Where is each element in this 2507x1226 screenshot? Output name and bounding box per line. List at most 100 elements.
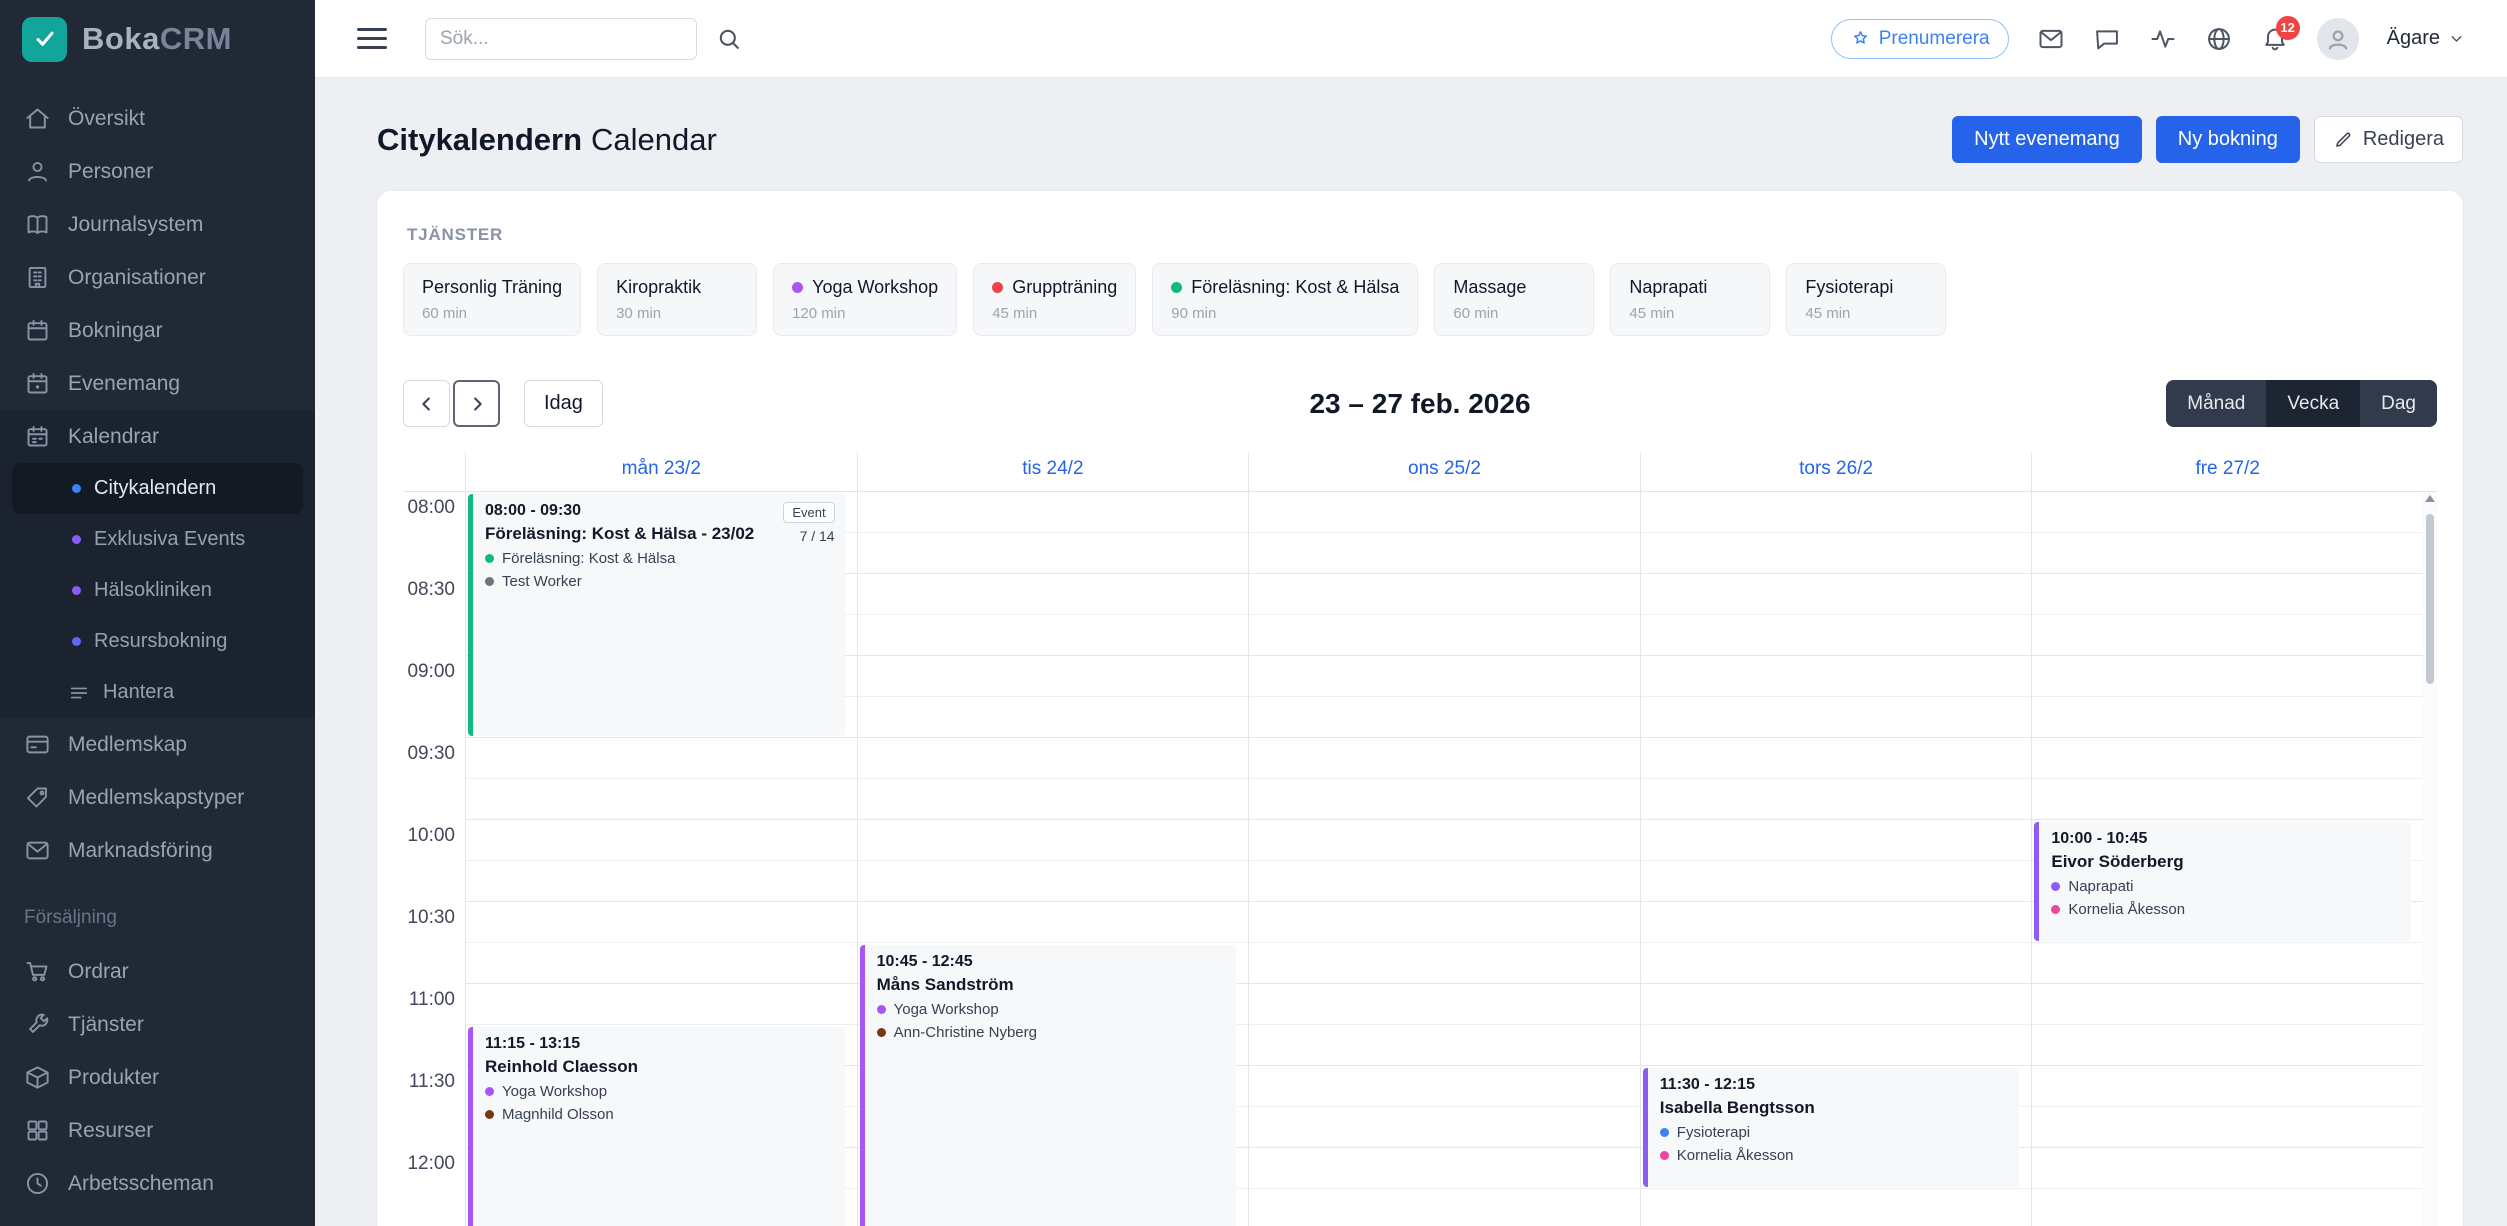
day-header-mon: mån 23/2 (465, 453, 857, 491)
sidebar-item-citykalendern[interactable]: Citykalendern (12, 463, 303, 514)
event-dot-icon (485, 554, 494, 563)
service-chip-yoga-workshop[interactable]: Yoga Workshop 120 min (773, 263, 957, 336)
scroll-up-icon[interactable] (2425, 495, 2435, 502)
day-column-wed[interactable] (1248, 492, 1640, 1226)
grid-icon (24, 1117, 51, 1144)
app: BokaCRM Översikt Personer Journalsystem … (0, 0, 2507, 1226)
calendar-event[interactable]: 10:00 - 10:45 Eivor Söderberg Naprapati … (2034, 822, 2411, 941)
service-chip-naprapati[interactable]: Naprapati 45 min (1610, 263, 1770, 336)
calendar-event[interactable]: 11:30 - 12:15 Isabella Bengtsson Fysiote… (1643, 1068, 2020, 1187)
calendar-event[interactable]: 10:45 - 12:45 Måns Sandström Yoga Worksh… (860, 945, 1237, 1226)
sidebar-item-hantera[interactable]: Hantera (0, 667, 315, 718)
event-dot-icon (1660, 1151, 1669, 1160)
sidebar: BokaCRM Översikt Personer Journalsystem … (0, 0, 315, 1226)
sidebar-item-exklusiva-events[interactable]: Exklusiva Events (0, 514, 315, 565)
day-column-tue[interactable]: 10:45 - 12:45 Måns Sandström Yoga Worksh… (857, 492, 1249, 1226)
scrollbar-thumb[interactable] (2426, 514, 2434, 684)
sidebar-item-personer[interactable]: Personer (0, 145, 315, 198)
exklusiva-events-dot-icon (72, 535, 81, 544)
list-icon (68, 682, 90, 704)
service-chip-personlig-traning[interactable]: Personlig Träning 60 min (403, 263, 581, 336)
prev-week-button[interactable] (403, 380, 450, 427)
chevron-left-icon (416, 393, 438, 415)
sidebar-item-marknadsforing[interactable]: Marknadsföring (0, 824, 315, 877)
today-button[interactable]: Idag (524, 380, 603, 427)
content: CitykalendernCalendar Nytt evenemang Ny … (315, 78, 2507, 1226)
globe-icon[interactable] (2205, 25, 2233, 53)
view-month-button[interactable]: Månad (2166, 380, 2266, 427)
sidebar-item-ordrar[interactable]: Ordrar (0, 945, 315, 998)
edit-button[interactable]: Redigera (2314, 116, 2463, 163)
view-switcher: Månad Vecka Dag (2166, 380, 2437, 427)
membership-card-icon (24, 731, 51, 758)
service-chip-gruppträning[interactable]: Gruppträning 45 min (973, 263, 1136, 336)
time-label: 10:00 (407, 825, 455, 847)
time-label: 12:00 (407, 1153, 455, 1175)
sidebar-item-journalsystem[interactable]: Journalsystem (0, 198, 315, 251)
bell-icon[interactable]: 12 (2261, 25, 2289, 53)
service-chip-kiropraktik[interactable]: Kiropraktik 30 min (597, 263, 757, 336)
day-header-tue: tis 24/2 (857, 453, 1249, 491)
new-booking-button[interactable]: Ny bokning (2156, 116, 2300, 163)
day-column-fri[interactable]: 10:00 - 10:45 Eivor Söderberg Naprapati … (2031, 492, 2423, 1226)
sidebar-item-tjanster[interactable]: Tjänster (0, 998, 315, 1051)
next-week-button[interactable] (453, 380, 500, 427)
main-column: Prenumerera 12 Ägare Ci (315, 0, 2507, 1226)
sidebar-item-produkter[interactable]: Produkter (0, 1051, 315, 1104)
sidebar-item-bokningar[interactable]: Bokningar (0, 304, 315, 357)
time-label: 08:00 (407, 497, 455, 519)
calendar-icon (24, 317, 51, 344)
brand-logo[interactable]: BokaCRM (0, 0, 315, 78)
notification-badge: 12 (2276, 16, 2300, 40)
event-dot-icon (485, 577, 494, 586)
calendar-event[interactable]: 08:00 - 09:30 Föreläsning: Kost & Hälsa … (468, 494, 845, 736)
mail-icon[interactable] (2037, 25, 2065, 53)
sidebar-group-kalendrar: Kalendrar Citykalendern Exklusiva Events… (0, 410, 315, 718)
brand-check-icon (22, 17, 67, 62)
star-icon (1850, 28, 1871, 49)
hamburger-menu-icon[interactable] (357, 28, 387, 49)
sidebar-item-resurser[interactable]: Resurser (0, 1104, 315, 1157)
sidebar-item-kalendrar[interactable]: Kalendrar (0, 410, 315, 463)
page-title: CitykalendernCalendar (377, 122, 717, 158)
search-input[interactable] (425, 18, 697, 60)
service-chip-forelasning[interactable]: Föreläsning: Kost & Hälsa 90 min (1152, 263, 1418, 336)
service-chip-massage[interactable]: Massage 60 min (1434, 263, 1594, 336)
time-label: 09:00 (407, 661, 455, 683)
view-day-button[interactable]: Dag (2360, 380, 2437, 427)
sidebar-item-oversikt[interactable]: Översikt (0, 92, 315, 145)
services-label: TJÄNSTER (407, 225, 2437, 245)
activity-icon[interactable] (2149, 25, 2177, 53)
event-dot-icon (877, 1028, 886, 1037)
time-gutter: 08:00 08:30 09:00 09:30 10:00 10:30 11:0… (403, 492, 465, 1226)
chevron-right-icon (466, 393, 488, 415)
sidebar-item-medlemskap[interactable]: Medlemskap (0, 718, 315, 771)
user-menu[interactable]: Ägare (2387, 27, 2465, 50)
sidebar-item-evenemang[interactable]: Evenemang (0, 357, 315, 410)
day-column-thu[interactable]: 11:30 - 12:15 Isabella Bengtsson Fysiote… (1640, 492, 2032, 1226)
subscribe-button[interactable]: Prenumerera (1831, 19, 2009, 59)
sidebar-item-resursbokning[interactable]: Resursbokning (0, 616, 315, 667)
calendar-event[interactable]: 11:15 - 13:15 Reinhold Claesson Yoga Wor… (468, 1027, 845, 1226)
topbar-actions: Prenumerera 12 Ägare (1831, 18, 2465, 60)
chat-icon[interactable] (2093, 25, 2121, 53)
service-chip-fysioterapi[interactable]: Fysioterapi 45 min (1786, 263, 1946, 336)
avatar[interactable] (2317, 18, 2359, 60)
day-column-mon[interactable]: 08:00 - 09:30 Föreläsning: Kost & Hälsa … (465, 492, 857, 1226)
calendar-card: TJÄNSTER Personlig Träning 60 min Kiropr… (377, 191, 2463, 1226)
sidebar-item-organisationer[interactable]: Organisationer (0, 251, 315, 304)
sidebar-nav: Översikt Personer Journalsystem Organisa… (0, 78, 315, 1210)
sidebar-item-halsokliniken[interactable]: Hälsokliniken (0, 565, 315, 616)
calendar-day-header: mån 23/2 tis 24/2 ons 25/2 tors 26/2 fre… (403, 453, 2437, 492)
time-label: 10:30 (407, 907, 455, 929)
sidebar-item-arbetsscheman[interactable]: Arbetsscheman (0, 1157, 315, 1210)
new-event-button[interactable]: Nytt evenemang (1952, 116, 2142, 163)
calendars-icon (24, 423, 51, 450)
view-week-button[interactable]: Vecka (2266, 380, 2360, 427)
search-icon[interactable] (715, 25, 743, 53)
calendar-scrollbar[interactable] (2423, 492, 2437, 1226)
calendar-date-range: 23 – 27 feb. 2026 (1309, 388, 1530, 420)
sidebar-section-forsaljning: Försäljning (0, 877, 315, 945)
sidebar-item-medlemskapstyper[interactable]: Medlemskapstyper (0, 771, 315, 824)
event-dot-icon (485, 1110, 494, 1119)
